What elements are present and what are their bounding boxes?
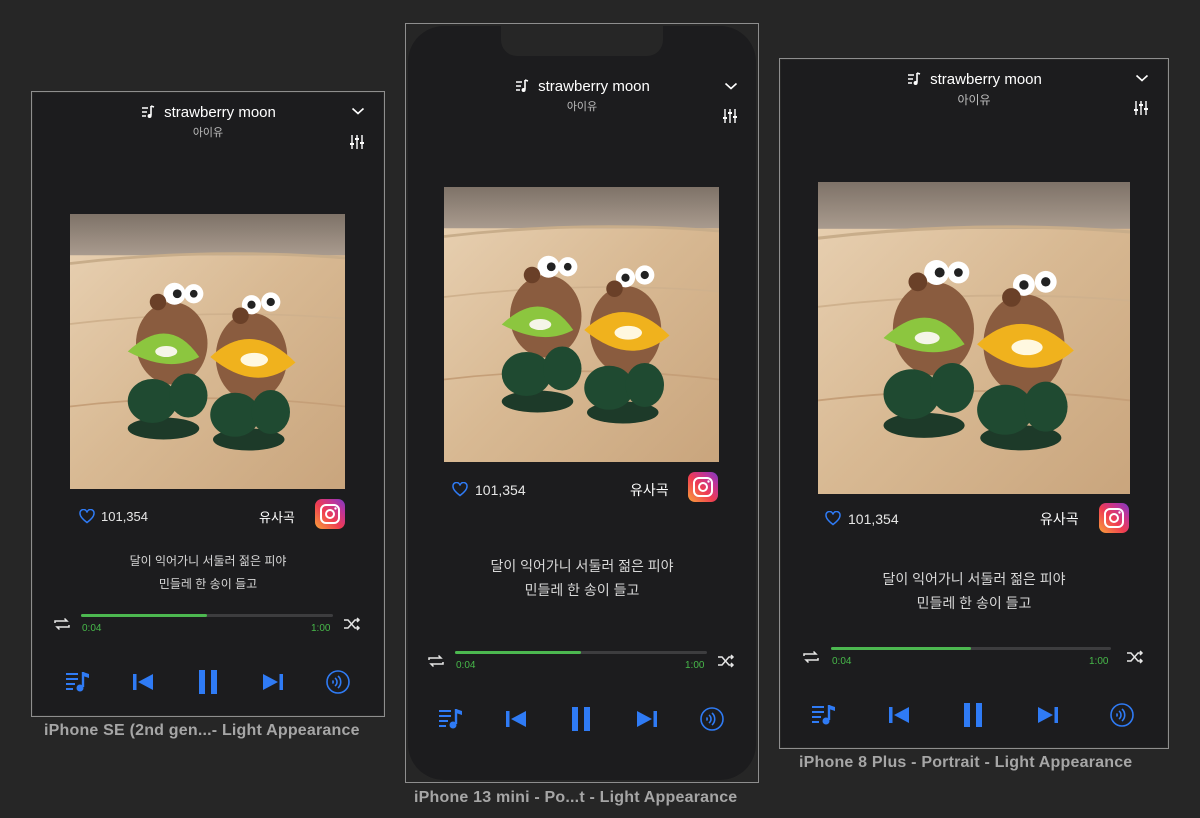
next-icon[interactable] <box>636 709 658 729</box>
wireless-icon[interactable] <box>1110 703 1134 727</box>
like-count: 101,354 <box>475 482 526 498</box>
instagram-icon[interactable] <box>688 472 718 502</box>
heart-icon[interactable] <box>825 511 841 526</box>
equalizer-icon[interactable] <box>1133 100 1149 116</box>
device-iphone-se: strawberry moon 아이유 101,354 유사곡 달이 익어가니 … <box>31 91 385 717</box>
progress-fill <box>81 614 207 617</box>
song-title-row: strawberry moon <box>33 102 383 122</box>
pause-icon[interactable] <box>570 706 592 732</box>
music-note-icon <box>514 78 530 94</box>
previous-icon[interactable] <box>505 709 527 729</box>
total-time: 1:00 <box>311 623 331 634</box>
heart-icon[interactable] <box>79 509 95 524</box>
like-count: 101,354 <box>101 509 148 524</box>
artist-name: 아이유 <box>957 93 991 107</box>
album-art <box>70 214 345 489</box>
similar-songs-label[interactable]: 유사곡 <box>630 480 669 500</box>
progress-fill <box>455 651 581 654</box>
repeat-icon[interactable] <box>53 616 71 632</box>
artist-name: 아이유 <box>192 127 224 139</box>
player-screen: strawberry moon 아이유 101,354 유사곡 달이 익어가니 … <box>408 26 756 780</box>
wireless-icon[interactable] <box>326 670 350 694</box>
progress-bar[interactable] <box>831 647 1111 650</box>
instagram-icon[interactable] <box>1099 503 1129 533</box>
music-note-icon <box>140 104 156 120</box>
lyric-line-2: 민들레 한 송이 들고 <box>524 582 640 598</box>
music-note-icon <box>906 71 922 87</box>
shuffle-icon[interactable] <box>717 653 735 669</box>
equalizer-icon[interactable] <box>349 134 365 150</box>
playlist-icon[interactable] <box>438 706 464 730</box>
song-title: strawberry moon <box>930 70 1042 88</box>
similar-songs-label[interactable]: 유사곡 <box>1040 509 1079 529</box>
player-screen: strawberry moon 아이유 101,354 유사곡 달이 익어가니 … <box>33 93 383 715</box>
pause-icon[interactable] <box>197 669 219 695</box>
progress-bar[interactable] <box>81 614 333 617</box>
progress-fill <box>831 647 971 650</box>
lyric-line-1: 달이 익어가니 서둘러 젊은 피야 <box>882 571 1066 587</box>
playlist-icon[interactable] <box>811 702 837 726</box>
device-label-iphone-13-mini: iPhone 13 mini - Po...t - Light Appearan… <box>414 789 738 806</box>
total-time: 1:00 <box>1089 656 1109 667</box>
previous-icon[interactable] <box>888 705 910 725</box>
similar-songs-label[interactable]: 유사곡 <box>259 507 295 526</box>
next-icon[interactable] <box>262 672 284 692</box>
device-label-iphone-se: iPhone SE (2nd gen...- Light Appearance <box>44 722 360 739</box>
shuffle-icon[interactable] <box>1126 649 1144 665</box>
shuffle-icon[interactable] <box>343 616 361 632</box>
player-screen: strawberry moon 아이유 101,354 유사곡 달이 익어가니 … <box>781 60 1167 747</box>
previous-icon[interactable] <box>132 672 154 692</box>
repeat-icon[interactable] <box>802 649 820 665</box>
song-title-row: strawberry moon <box>408 76 756 96</box>
next-icon[interactable] <box>1037 705 1059 725</box>
equalizer-icon[interactable] <box>722 108 738 124</box>
chevron-down-icon[interactable] <box>724 81 738 91</box>
heart-icon[interactable] <box>452 482 468 497</box>
lyric-line-2: 민들레 한 송이 들고 <box>158 577 258 591</box>
chevron-down-icon[interactable] <box>1135 73 1149 83</box>
lyric-line-2: 민들레 한 송이 들고 <box>916 595 1032 611</box>
chevron-down-icon[interactable] <box>351 106 365 116</box>
like-count: 101,354 <box>848 511 899 527</box>
song-title: strawberry moon <box>538 77 650 95</box>
elapsed-time: 0:04 <box>82 623 102 634</box>
playlist-icon[interactable] <box>65 669 91 693</box>
album-art <box>444 187 719 462</box>
elapsed-time: 0:04 <box>456 660 476 671</box>
wireless-icon[interactable] <box>700 707 724 731</box>
total-time: 1:00 <box>685 660 705 671</box>
elapsed-time: 0:04 <box>832 656 852 667</box>
device-notch <box>501 26 663 56</box>
album-art <box>818 182 1130 494</box>
device-iphone-8-plus: strawberry moon 아이유 101,354 유사곡 달이 익어가니 … <box>779 58 1169 749</box>
song-title-row: strawberry moon <box>781 69 1167 89</box>
instagram-icon[interactable] <box>315 499 345 529</box>
device-iphone-13-mini: strawberry moon 아이유 101,354 유사곡 달이 익어가니 … <box>405 23 759 783</box>
lyric-line-1: 달이 익어가니 서둘러 젊은 피야 <box>490 558 674 574</box>
artist-name: 아이유 <box>566 101 598 113</box>
progress-bar[interactable] <box>455 651 707 654</box>
pause-icon[interactable] <box>962 702 984 728</box>
lyric-line-1: 달이 익어가니 서둘러 젊은 피야 <box>129 554 287 568</box>
device-label-iphone-8-plus: iPhone 8 Plus - Portrait - Light Appeara… <box>799 754 1133 771</box>
song-title: strawberry moon <box>164 103 276 121</box>
repeat-icon[interactable] <box>427 653 445 669</box>
